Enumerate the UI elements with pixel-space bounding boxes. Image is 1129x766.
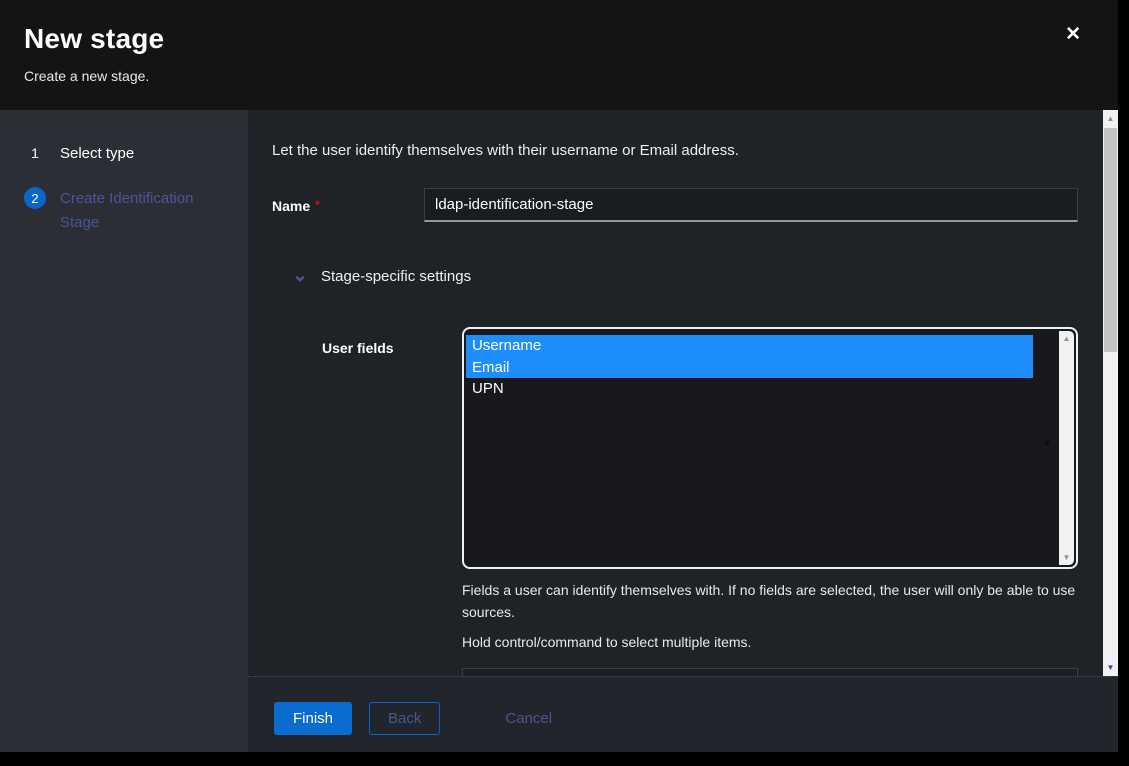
step-label: Create Identification Stage xyxy=(60,187,228,235)
scrollbar-down-icon[interactable]: ▼ xyxy=(1103,663,1118,672)
name-label-text: Name xyxy=(272,198,310,214)
cancel-button[interactable]: Cancel xyxy=(505,702,552,735)
scroll-up-icon[interactable]: ▲ xyxy=(1059,334,1074,343)
listbox-scrollbar[interactable]: ▲ ▼ xyxy=(1059,331,1074,565)
name-field-label: Name * xyxy=(272,188,424,223)
help-text-multiselect: Hold control/command to select multiple … xyxy=(462,631,1078,653)
wizard-form: Let the user identify themselves with th… xyxy=(248,110,1118,676)
modal-body: 1 Select type 2 Create Identification St… xyxy=(0,110,1118,752)
name-input[interactable] xyxy=(424,188,1078,222)
close-icon[interactable]: ✕ xyxy=(1065,25,1081,44)
next-field-partial-input[interactable] xyxy=(462,668,1078,676)
option-upn[interactable]: UPN xyxy=(466,378,1033,400)
wizard-steps-sidebar: 1 Select type 2 Create Identification St… xyxy=(0,110,248,752)
help-text-fields: Fields a user can identify themselves wi… xyxy=(462,579,1078,623)
select-caret-icon: ▼ xyxy=(1041,439,1052,450)
scrollbar-thumb[interactable] xyxy=(1104,128,1117,352)
step-label: Select type xyxy=(60,142,134,166)
user-fields-label: User fields xyxy=(322,327,462,569)
option-email[interactable]: Email xyxy=(466,357,1033,379)
required-asterisk: * xyxy=(315,198,320,212)
stage-settings-group: User fields Username Email UPN ▼ ▲ ▼ xyxy=(322,327,1078,676)
user-fields-select[interactable]: Username Email UPN ▼ ▲ ▼ xyxy=(462,327,1078,569)
page-subtitle: Create a new stage. xyxy=(24,68,1118,84)
name-field-row: Name * xyxy=(272,188,1078,223)
step-number-badge: 2 xyxy=(24,187,46,209)
option-username[interactable]: Username xyxy=(466,335,1033,357)
wizard-right-column: Let the user identify themselves with th… xyxy=(248,110,1118,752)
page-title: New stage xyxy=(24,23,1118,55)
user-fields-row: User fields Username Email UPN ▼ ▲ ▼ xyxy=(322,327,1078,569)
modal-header: New stage Create a new stage. ✕ xyxy=(0,0,1118,110)
wizard-step-create-identification-stage[interactable]: 2 Create Identification Stage xyxy=(24,187,228,235)
scrollbar-up-icon[interactable]: ▲ xyxy=(1103,114,1118,123)
step-number: 1 xyxy=(24,142,46,164)
wizard-step-select-type[interactable]: 1 Select type xyxy=(24,142,228,166)
stage-description-text: Let the user identify themselves with th… xyxy=(272,142,1078,159)
stage-settings-label: Stage-specific settings xyxy=(321,268,471,285)
modal-scrollbar[interactable]: ▲ ▼ xyxy=(1103,110,1118,676)
stage-settings-expander[interactable]: ⌄ Stage-specific settings xyxy=(272,268,1078,284)
finish-button[interactable]: Finish xyxy=(274,702,352,735)
new-stage-modal: New stage Create a new stage. ✕ 1 Select… xyxy=(0,0,1118,752)
chevron-down-icon[interactable]: ⌄ xyxy=(292,271,305,281)
scroll-down-icon[interactable]: ▼ xyxy=(1059,553,1074,562)
wizard-footer: Finish Back Cancel xyxy=(248,676,1118,752)
user-fields-help: Fields a user can identify themselves wi… xyxy=(462,579,1078,653)
back-button[interactable]: Back xyxy=(369,702,440,735)
